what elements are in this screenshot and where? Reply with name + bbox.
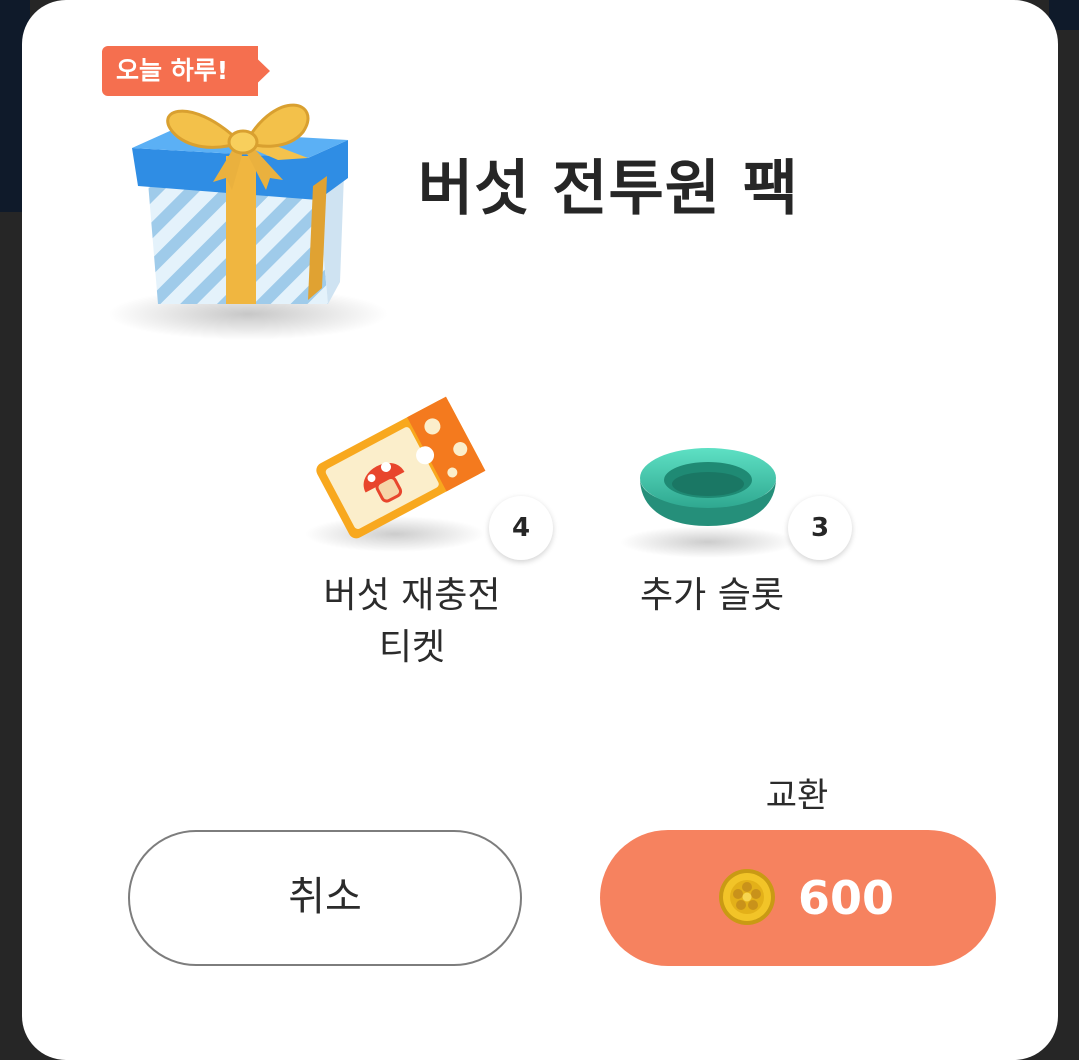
gold-coin-icon [719, 869, 775, 925]
item-count-badge: 4 [489, 496, 553, 560]
badge-tip [244, 46, 270, 96]
mushroom-ticket-icon [305, 396, 486, 552]
exchange-label: 교환 [765, 776, 829, 816]
item-name: 추가 슬롯 [582, 570, 842, 622]
item-name: 버섯 재충전 티켓 [282, 570, 542, 674]
item-name-line1: 추가 슬롯 [640, 575, 784, 616]
price-text: 600 [798, 871, 895, 925]
teal-slot-dish-icon [620, 448, 796, 558]
pack-title: 버섯 전투원 팩 [418, 154, 799, 224]
purchase-dialog: 오늘 하루! 버섯 전투원 팩 4 버섯 재충전 티켓 3 추가 슬롯 교환 취… [22, 0, 1058, 1060]
today-only-badge: 오늘 하루! [102, 46, 259, 96]
item-name-line1: 버섯 재충전 [323, 575, 501, 616]
item-name-line2: 티켓 [378, 627, 446, 668]
gift-box-icon [108, 103, 388, 340]
exchange-button[interactable]: 600 [600, 830, 996, 966]
item-count-badge: 3 [788, 496, 852, 560]
cancel-button[interactable]: 취소 [128, 830, 522, 966]
